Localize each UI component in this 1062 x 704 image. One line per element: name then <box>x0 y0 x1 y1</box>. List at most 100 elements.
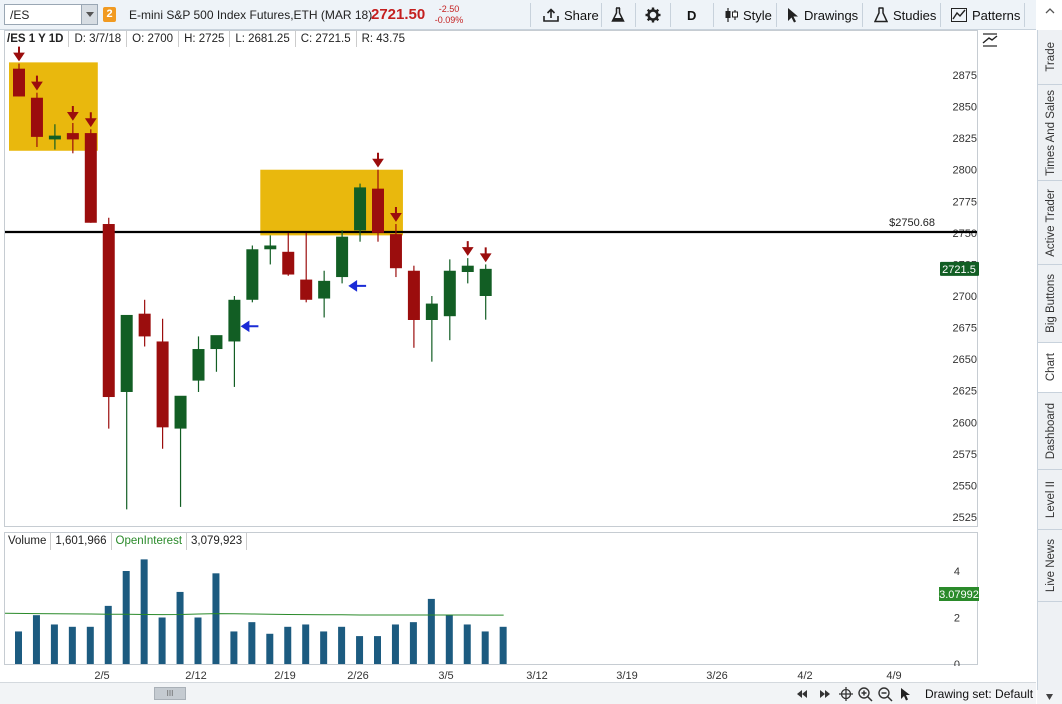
studies-button[interactable]: Studies <box>874 0 936 30</box>
aggregation-button[interactable]: D <box>687 0 696 30</box>
chevron-up-icon <box>1045 8 1055 14</box>
volume-bar <box>481 631 489 664</box>
down-arrow-signal <box>13 46 25 62</box>
crosshair-icon[interactable] <box>838 686 854 702</box>
cursor-arrow-icon[interactable] <box>898 686 912 702</box>
price-tick-label: 2550 <box>953 480 977 492</box>
volume-bar <box>248 622 256 664</box>
candle-body <box>300 279 313 300</box>
chart-style-corner-button[interactable] <box>980 32 1000 48</box>
candle-body <box>84 133 97 223</box>
toolbar: /ES 2 E-mini S&P 500 Index Futures,ETH (… <box>0 0 1036 30</box>
volume-bar <box>212 573 220 664</box>
tab-dashboard[interactable]: Dashboard <box>1038 393 1062 470</box>
date-tick-label: 4/2 <box>797 670 812 682</box>
settings-button[interactable] <box>645 0 661 30</box>
volume-bar <box>50 624 58 664</box>
down-arrow-signal <box>461 241 474 256</box>
date-tick-label: 3/26 <box>706 670 727 682</box>
volume-bar <box>409 622 417 664</box>
style-label: Style <box>743 7 772 23</box>
tab-trade-label: Trade <box>1044 42 1057 72</box>
candle-body <box>318 280 331 299</box>
tab-level-ii[interactable]: Level II <box>1038 470 1062 530</box>
volume-bar <box>140 559 148 664</box>
volume-label: Volume <box>4 533 52 550</box>
candle-body <box>120 314 133 392</box>
left-arrow-signal <box>240 320 259 333</box>
date-tick-label: 2/19 <box>274 670 295 682</box>
toolbar-divider <box>601 3 602 27</box>
studies-label: Studies <box>893 7 937 23</box>
volume-panel[interactable]: 4203.07992<millions> <box>4 532 991 671</box>
scroll-left-icon[interactable] <box>795 686 809 702</box>
candle-body <box>354 187 367 231</box>
chart-window: /ES 2 E-mini S&P 500 Index Futures,ETH (… <box>0 0 1062 704</box>
instrument-description: E-mini S&P 500 Index Futures,ETH (MAR 18… <box>129 8 373 22</box>
tab-live-news[interactable]: Live News <box>1038 530 1062 602</box>
price-tick-label: 2775 <box>953 196 977 208</box>
price-tick-label: 2575 <box>953 449 977 461</box>
zoom-in-icon[interactable] <box>857 686 873 702</box>
candle-date: D: 3/7/18 <box>69 31 128 47</box>
candle-body <box>138 313 151 337</box>
volume-bar <box>122 571 130 664</box>
net-change: -2.50 <box>438 4 460 14</box>
symbol-value: /ES <box>10 8 30 22</box>
link-badge[interactable]: 2 <box>103 7 116 22</box>
tab-times-and-sales[interactable]: Times And Sales <box>1038 85 1062 181</box>
volume-bar <box>499 626 507 664</box>
volume-bar <box>445 615 453 664</box>
horizontal-scroll-thumb[interactable]: III <box>154 687 186 700</box>
tab-big-buttons-label: Big Buttons <box>1044 274 1057 333</box>
candle-body <box>372 188 384 233</box>
gear-icon <box>645 7 661 23</box>
share-icon <box>543 8 559 22</box>
volume-bar <box>463 624 471 664</box>
scroll-right-icon[interactable] <box>818 686 832 702</box>
tab-trade[interactable]: Trade <box>1038 30 1062 85</box>
patterns-button[interactable]: Patterns <box>951 0 1020 30</box>
style-button[interactable]: Style <box>724 0 772 30</box>
tab-active-trader[interactable]: Active Trader <box>1038 181 1062 265</box>
candle-body <box>13 68 25 97</box>
tab-chart[interactable]: Chart <box>1038 343 1062 393</box>
price-tick-label: 2750 <box>953 228 977 240</box>
open-interest-label: OpenInterest <box>112 533 188 550</box>
price-chart-svg[interactable]: 2875285028252800277527502725270026752650… <box>5 31 979 528</box>
volume-tick-label: 4 <box>954 566 960 578</box>
candle-body <box>192 349 205 381</box>
flask-button[interactable] <box>611 0 625 30</box>
left-arrow-signal <box>348 280 367 292</box>
volume-bar <box>356 636 364 664</box>
volume-bar <box>15 631 22 664</box>
zoom-out-icon[interactable] <box>877 686 893 702</box>
drawings-button[interactable]: Drawings <box>787 0 858 30</box>
volume-chart-svg[interactable]: 4203.07992<millions> <box>4 533 991 671</box>
chevron-down-icon[interactable] <box>81 5 97 24</box>
share-button[interactable]: Share <box>543 0 599 30</box>
volume-tick-label: 2 <box>954 613 960 625</box>
candle-high: H: 2725 <box>179 31 231 47</box>
candle-body <box>210 335 223 350</box>
flask-icon <box>611 7 625 22</box>
sidebar-scroll[interactable] <box>1037 690 1062 704</box>
toolbar-divider <box>530 3 531 27</box>
tab-big-buttons[interactable]: Big Buttons <box>1038 265 1062 343</box>
date-tick-label: 3/19 <box>616 670 637 682</box>
candle-open: O: 2700 <box>127 31 180 47</box>
collapse-panel-button[interactable] <box>1040 3 1060 27</box>
candle-close: C: 2721.5 <box>296 31 357 47</box>
toolbar-divider <box>670 3 671 27</box>
tab-times-and-sales-label: Times And Sales <box>1044 89 1057 176</box>
volume-value: 1,601,966 <box>51 533 112 550</box>
candle-body <box>156 341 169 428</box>
toolbar-divider <box>713 3 714 27</box>
drawing-set-label[interactable]: Drawing set: Default <box>925 687 1033 701</box>
candle-body <box>246 249 259 300</box>
symbol-input[interactable]: /ES <box>4 4 98 25</box>
price-tick-label: 2625 <box>953 386 977 398</box>
candle-range: R: 43.75 <box>361 33 406 45</box>
volume-bar <box>266 633 274 664</box>
price-chart-panel[interactable]: 2875285028252800277527502725270026752650… <box>4 30 979 528</box>
